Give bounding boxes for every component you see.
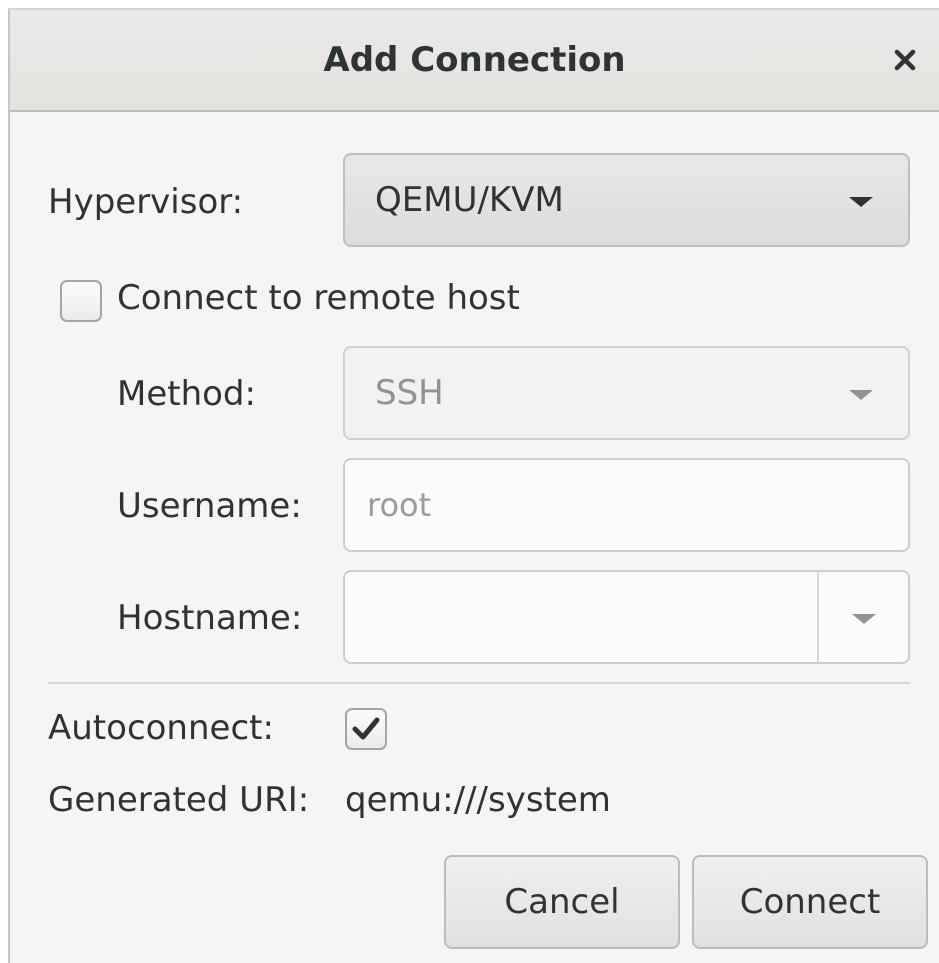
- chevron-down-icon: [849, 390, 873, 400]
- dialog-title: Add Connection: [323, 40, 626, 80]
- autoconnect-label: Autoconnect:: [48, 708, 274, 748]
- hypervisor-value: QEMU/KVM: [375, 180, 564, 220]
- checkmark-icon: [352, 717, 380, 740]
- close-icon: [894, 49, 916, 71]
- connect-button[interactable]: Connect: [692, 855, 928, 949]
- close-button[interactable]: [885, 40, 925, 80]
- generated-uri-value: qemu:///system: [345, 780, 611, 820]
- username-label: Username:: [117, 486, 302, 526]
- username-value: root: [367, 486, 432, 524]
- cancel-button[interactable]: Cancel: [444, 855, 680, 949]
- method-label: Method:: [117, 374, 256, 414]
- hypervisor-label: Hypervisor:: [48, 182, 244, 222]
- generated-uri-label: Generated URI:: [48, 780, 310, 820]
- add-connection-dialog: Add Connection Hypervisor: QEMU/KVM Conn…: [8, 8, 939, 963]
- hostname-divider: [817, 572, 819, 662]
- remote-host-checkbox[interactable]: [60, 280, 102, 322]
- hostname-label: Hostname:: [117, 598, 303, 638]
- method-combo[interactable]: SSH: [343, 346, 910, 440]
- chevron-down-icon[interactable]: [852, 614, 876, 624]
- username-field[interactable]: root: [343, 458, 910, 552]
- remote-host-label[interactable]: Connect to remote host: [117, 278, 520, 318]
- section-separator: [48, 682, 910, 684]
- title-bar: Add Connection: [10, 10, 939, 112]
- chevron-down-icon: [849, 197, 873, 207]
- autoconnect-checkbox[interactable]: [345, 708, 387, 750]
- hypervisor-combo[interactable]: QEMU/KVM: [343, 153, 910, 247]
- method-value: SSH: [375, 373, 444, 413]
- hostname-combo-entry[interactable]: [343, 570, 910, 664]
